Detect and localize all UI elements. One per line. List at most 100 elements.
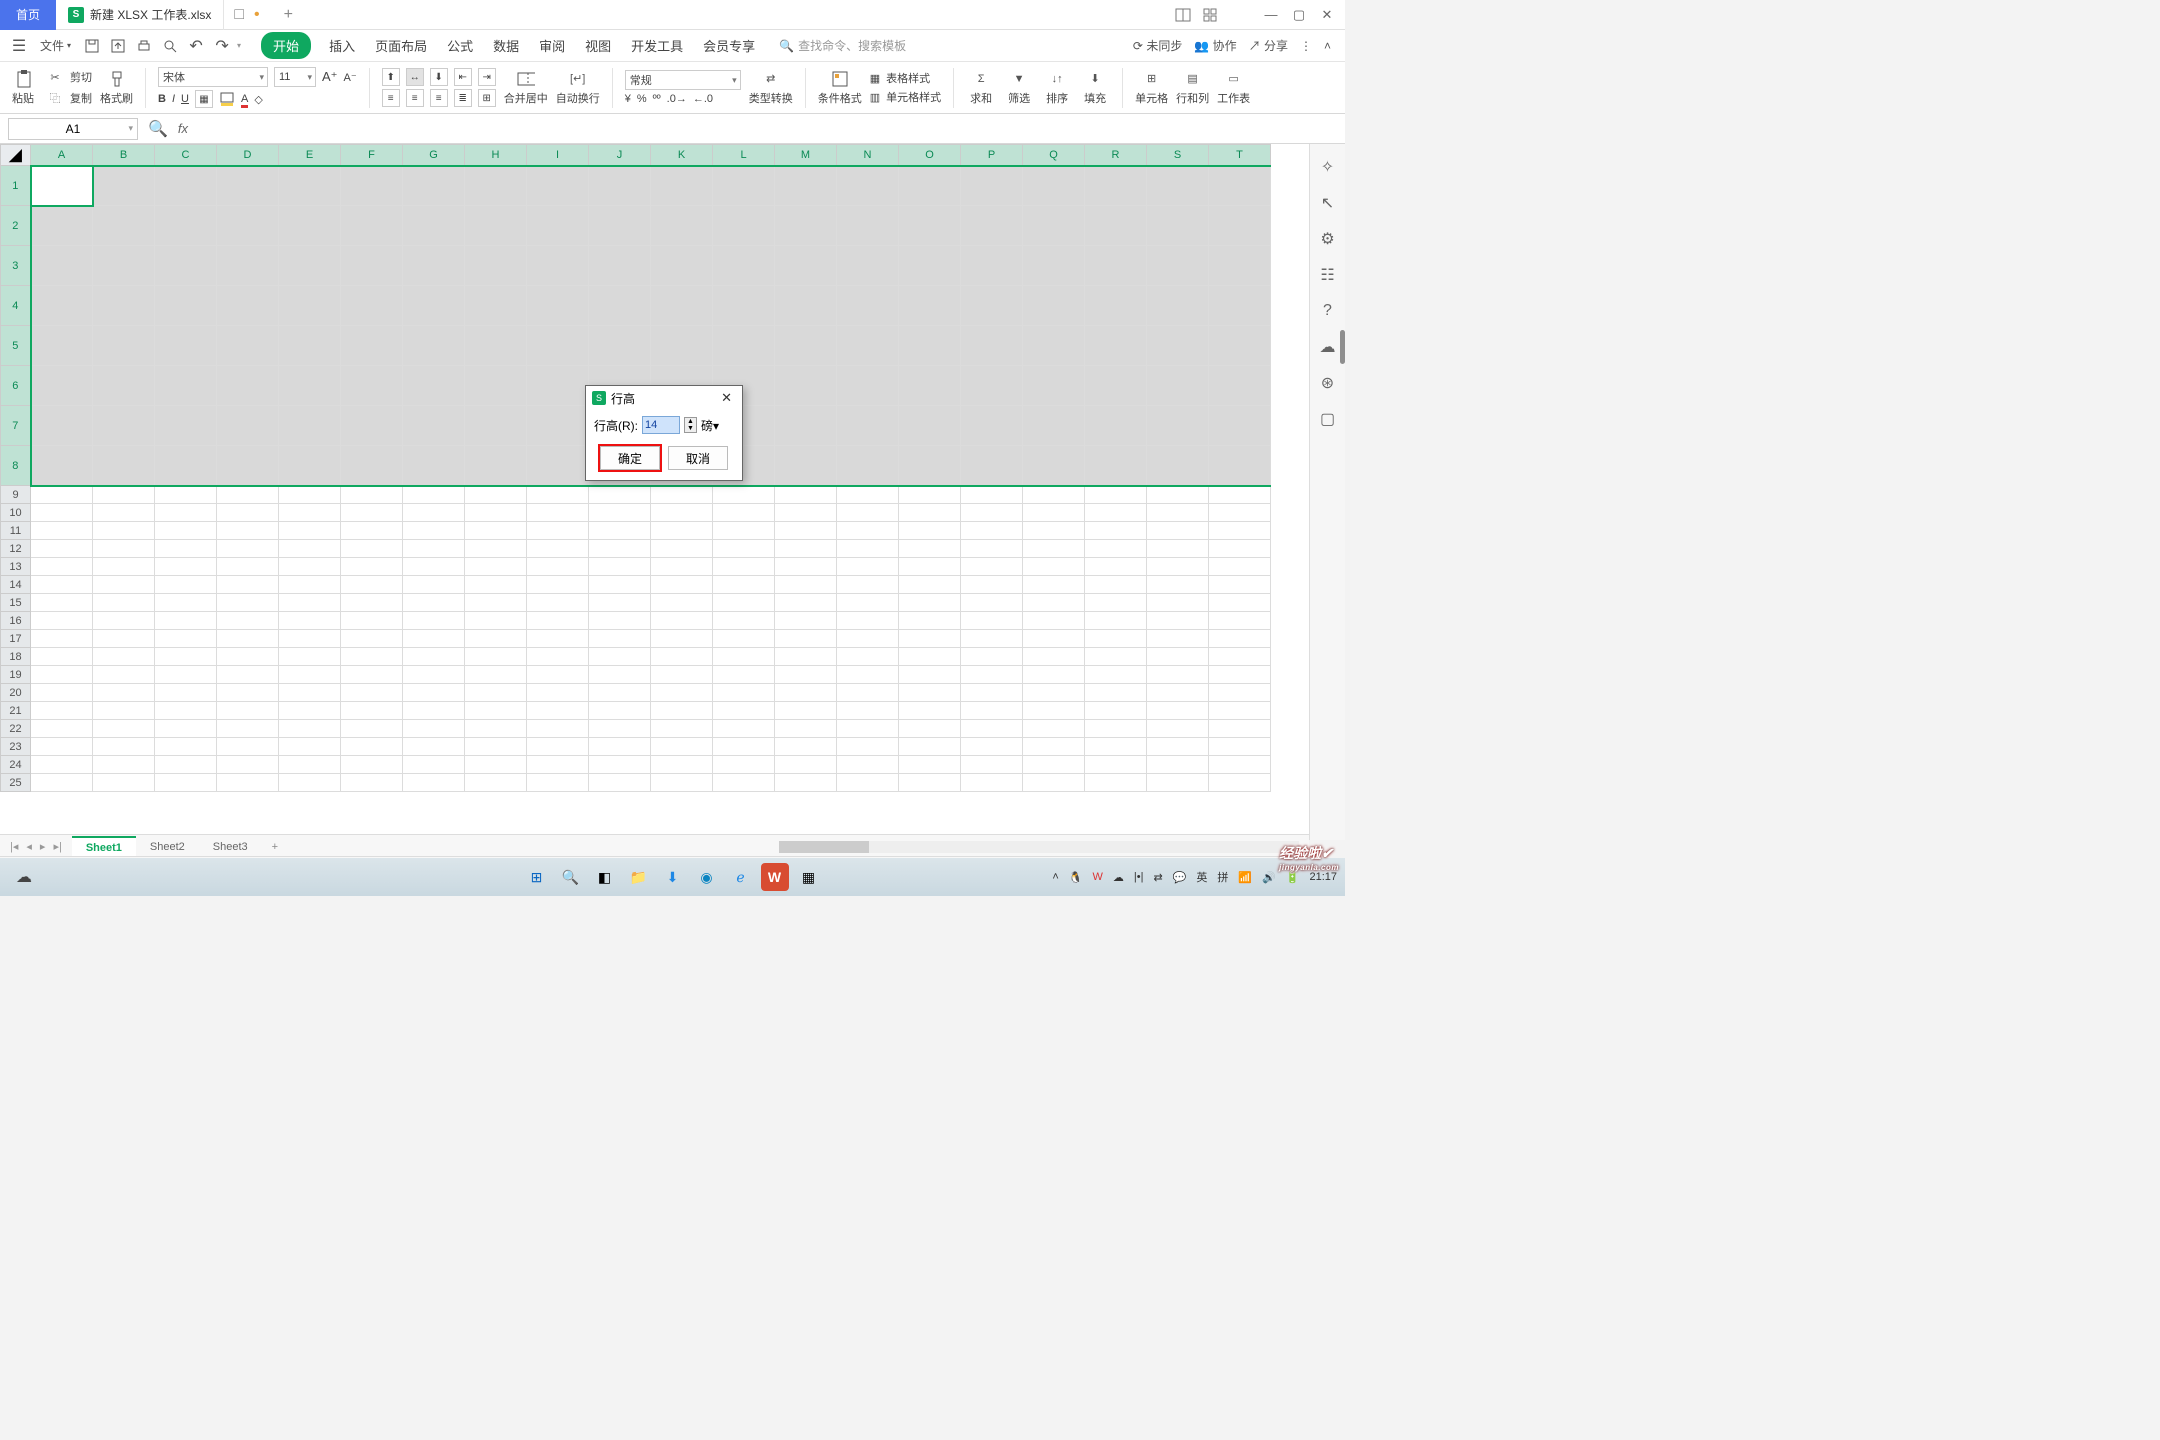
cell[interactable] — [465, 648, 527, 666]
cell[interactable] — [1147, 558, 1209, 576]
col-header[interactable]: N — [837, 145, 899, 166]
cancel-button[interactable]: 取消 — [668, 446, 728, 470]
cell[interactable] — [1209, 558, 1271, 576]
cell[interactable] — [217, 684, 279, 702]
sheet-last-icon[interactable]: ▸| — [53, 840, 61, 853]
cell[interactable] — [961, 666, 1023, 684]
cell[interactable] — [713, 738, 775, 756]
cell[interactable] — [31, 774, 93, 792]
cell[interactable] — [713, 720, 775, 738]
cell[interactable] — [775, 522, 837, 540]
clear-format-button[interactable]: ◇ — [254, 93, 262, 106]
cell[interactable] — [651, 558, 713, 576]
thousands-button[interactable]: ºº — [653, 93, 661, 105]
cell[interactable] — [1147, 246, 1209, 286]
cell[interactable] — [527, 540, 589, 558]
cell[interactable] — [961, 504, 1023, 522]
cell[interactable] — [899, 366, 961, 406]
cell[interactable] — [527, 666, 589, 684]
cell[interactable] — [403, 558, 465, 576]
cell[interactable] — [465, 684, 527, 702]
font-name-combo[interactable]: 宋体 — [158, 67, 268, 87]
cell[interactable] — [93, 684, 155, 702]
cell[interactable] — [279, 702, 341, 720]
cell[interactable] — [31, 702, 93, 720]
cell[interactable] — [1147, 648, 1209, 666]
cell[interactable] — [1209, 522, 1271, 540]
cell[interactable] — [899, 522, 961, 540]
file-menu[interactable]: 文件▾ — [34, 37, 77, 54]
cell[interactable] — [1085, 702, 1147, 720]
cell[interactable] — [217, 540, 279, 558]
export-icon[interactable] — [107, 35, 129, 57]
cell[interactable] — [1147, 756, 1209, 774]
tab-data[interactable]: 数据 — [491, 32, 521, 59]
cell[interactable] — [1209, 206, 1271, 246]
cell[interactable] — [155, 756, 217, 774]
cell[interactable] — [1147, 504, 1209, 522]
row-header[interactable]: 17 — [1, 630, 31, 648]
cell[interactable] — [713, 612, 775, 630]
cell[interactable] — [155, 446, 217, 486]
cell[interactable] — [1085, 406, 1147, 446]
cell[interactable] — [1023, 738, 1085, 756]
cell[interactable] — [899, 684, 961, 702]
cell[interactable] — [775, 594, 837, 612]
cell[interactable] — [651, 684, 713, 702]
cell[interactable] — [217, 648, 279, 666]
cell[interactable] — [713, 648, 775, 666]
cell[interactable] — [961, 558, 1023, 576]
cell[interactable] — [1209, 246, 1271, 286]
row-header[interactable]: 8 — [1, 446, 31, 486]
cell[interactable] — [279, 756, 341, 774]
tray-qq-icon[interactable]: 🐧 — [1069, 871, 1083, 884]
tray-up-icon[interactable]: ˄ — [1052, 871, 1058, 883]
cell[interactable] — [775, 576, 837, 594]
cell[interactable] — [589, 522, 651, 540]
cell[interactable] — [899, 446, 961, 486]
sidepanel-select-icon[interactable]: ↖ — [1319, 194, 1337, 212]
cell[interactable] — [589, 594, 651, 612]
cell[interactable] — [93, 756, 155, 774]
cell[interactable] — [899, 774, 961, 792]
cell[interactable] — [589, 612, 651, 630]
cell[interactable] — [1147, 540, 1209, 558]
hamburger-icon[interactable]: ☰ — [8, 35, 30, 57]
filter-button[interactable]: ▼筛选 — [1004, 70, 1034, 106]
cell[interactable] — [1085, 684, 1147, 702]
print-icon[interactable] — [133, 35, 155, 57]
cell[interactable] — [1085, 630, 1147, 648]
cell[interactable] — [713, 684, 775, 702]
cell[interactable] — [93, 648, 155, 666]
cell[interactable] — [279, 366, 341, 406]
cell[interactable] — [961, 286, 1023, 326]
cell[interactable] — [155, 406, 217, 446]
decrease-decimal-button[interactable]: ←.0 — [693, 93, 713, 105]
cell[interactable] — [155, 720, 217, 738]
col-header[interactable]: Q — [1023, 145, 1085, 166]
new-tab-button[interactable]: + — [270, 6, 307, 24]
cell[interactable] — [31, 326, 93, 366]
cell[interactable] — [1209, 702, 1271, 720]
sheet-next-icon[interactable]: ▸ — [40, 840, 46, 853]
justify-icon[interactable]: ≣ — [454, 89, 472, 107]
cell[interactable] — [1085, 774, 1147, 792]
zoom-lens-icon[interactable]: 🔍 — [148, 119, 168, 139]
cell[interactable] — [465, 366, 527, 406]
cell[interactable] — [527, 406, 589, 446]
cell[interactable] — [1085, 166, 1147, 206]
cell[interactable] — [775, 702, 837, 720]
cell[interactable] — [899, 756, 961, 774]
cell[interactable] — [961, 366, 1023, 406]
col-header[interactable]: B — [93, 145, 155, 166]
cell[interactable] — [651, 522, 713, 540]
search-taskbar-icon[interactable]: 🔍 — [557, 863, 585, 891]
cell[interactable] — [837, 486, 899, 504]
cell[interactable] — [155, 286, 217, 326]
edge-icon[interactable]: ◉ — [693, 863, 721, 891]
cell[interactable] — [961, 206, 1023, 246]
cell[interactable] — [1023, 286, 1085, 326]
tab-start[interactable]: 开始 — [261, 32, 311, 59]
cell[interactable] — [279, 326, 341, 366]
cell[interactable] — [217, 406, 279, 446]
